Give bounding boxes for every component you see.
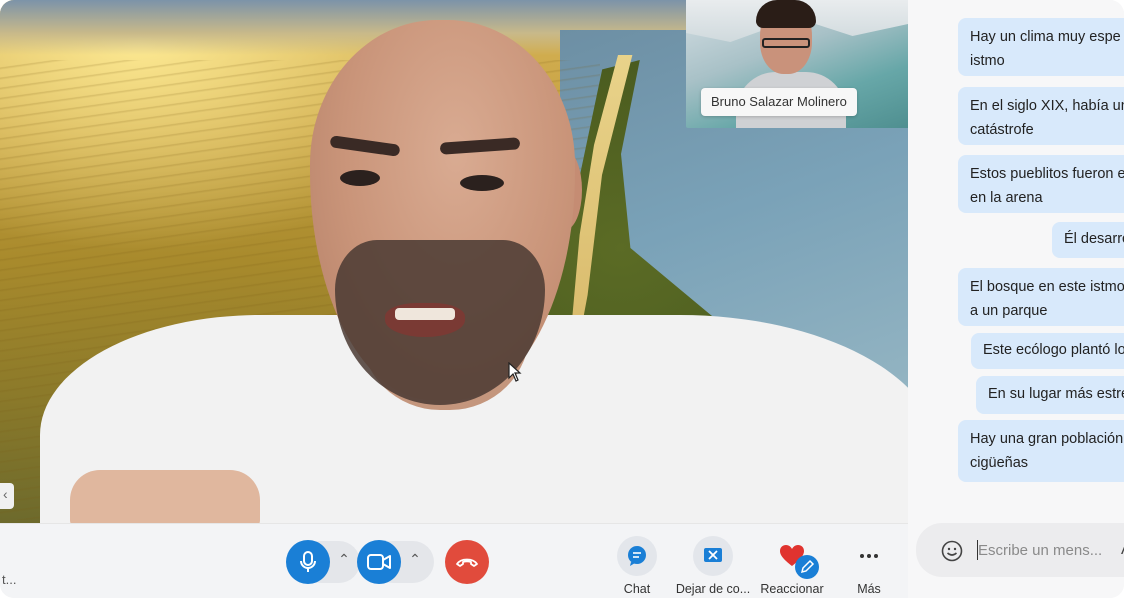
collapse-left-tab[interactable] <box>0 483 14 509</box>
thumbnail-glasses <box>762 38 810 48</box>
chat-message-line: Hay una gran población <box>970 431 1124 447</box>
chat-panel: Hay un clima muy espe istmo En el siglo … <box>908 0 1124 598</box>
chat-message-line: a un parque <box>970 303 1048 319</box>
more-icon-wrap <box>849 536 889 576</box>
chat-message-line: cigüeñas <box>970 455 1029 471</box>
end-call-button[interactable] <box>445 540 489 584</box>
message-input[interactable] <box>978 539 1113 561</box>
chat-message-line: En su lugar más estre <box>988 386 1124 402</box>
speaker-eye-left <box>340 170 380 186</box>
more-label: Más <box>857 582 881 596</box>
video-call-window: Bruno Salazar Molinero t... ⌃ ⌃ <box>0 0 1124 598</box>
speaker-hand <box>70 470 260 523</box>
chat-message-line: El bosque en este istmo <box>970 279 1124 295</box>
hang-up-icon <box>456 558 478 567</box>
react-icon-wrap <box>772 536 819 579</box>
video-camera-icon <box>367 554 391 570</box>
stop-sharing-button[interactable]: Dejar de co... <box>675 536 751 596</box>
react-label: Reaccionar <box>760 582 824 596</box>
camera-options-chevron-icon[interactable]: ⌃ <box>408 552 422 566</box>
chat-icon-wrap <box>617 536 657 576</box>
message-composer: A <box>916 523 1124 577</box>
chat-message[interactable]: En su lugar más estre <box>976 376 1124 414</box>
call-controls-bar: t... ⌃ ⌃ Chat Dejar de co... Reaccionar … <box>0 523 908 598</box>
thumbnail-hair <box>756 0 816 28</box>
more-dots-icon <box>860 554 878 558</box>
chat-message-line: Estos pueblitos fueron e <box>970 166 1124 182</box>
mouse-cursor-icon <box>508 362 522 382</box>
microphone-icon <box>300 551 316 572</box>
emoji-icon[interactable] <box>941 540 963 562</box>
stop-share-icon-wrap <box>693 536 733 576</box>
chat-message[interactable]: Hay un clima muy espe istmo <box>958 18 1124 76</box>
chat-message[interactable]: Estos pueblitos fueron e en la arena <box>958 155 1124 213</box>
chat-message[interactable]: Él desarro <box>1052 222 1124 258</box>
chat-button[interactable]: Chat <box>602 536 672 596</box>
speaker-eye-right <box>460 175 504 191</box>
chat-message-line: catástrofe <box>970 122 1034 138</box>
chat-bubble-icon <box>628 546 646 566</box>
chat-message[interactable]: El bosque en este istmo a un parque <box>958 268 1124 326</box>
camera-button[interactable] <box>357 540 401 584</box>
chat-message-line: en la arena <box>970 190 1043 206</box>
chat-message-line: En el siglo XIX, había un <box>970 98 1124 114</box>
speaker-teeth <box>395 308 455 320</box>
chat-message[interactable]: Este ecólogo plantó lo <box>971 333 1124 369</box>
chat-message[interactable]: En el siglo XIX, había un catástrofe <box>958 87 1124 145</box>
chat-message[interactable]: Hay una gran población cigüeñas <box>958 420 1124 482</box>
bottom-left-text: t... <box>2 572 17 587</box>
chat-message-line: istmo <box>970 53 1005 69</box>
chat-label: Chat <box>623 582 651 596</box>
chat-message-line: Hay un clima muy espe <box>970 29 1121 45</box>
react-button[interactable]: Reaccionar <box>756 536 828 596</box>
microphone-button[interactable] <box>286 540 330 584</box>
stop-share-icon <box>704 548 722 562</box>
chat-message-line: Él desarro <box>1064 231 1124 247</box>
participant-name-tag: Bruno Salazar Molinero <box>701 88 857 116</box>
more-button[interactable]: Más <box>834 536 904 596</box>
chat-message-line: Este ecólogo plantó lo <box>983 342 1124 358</box>
stop-sharing-label: Dejar de co... <box>675 582 751 596</box>
pencil-badge-icon <box>795 555 819 579</box>
mic-options-chevron-icon[interactable]: ⌃ <box>337 552 351 566</box>
